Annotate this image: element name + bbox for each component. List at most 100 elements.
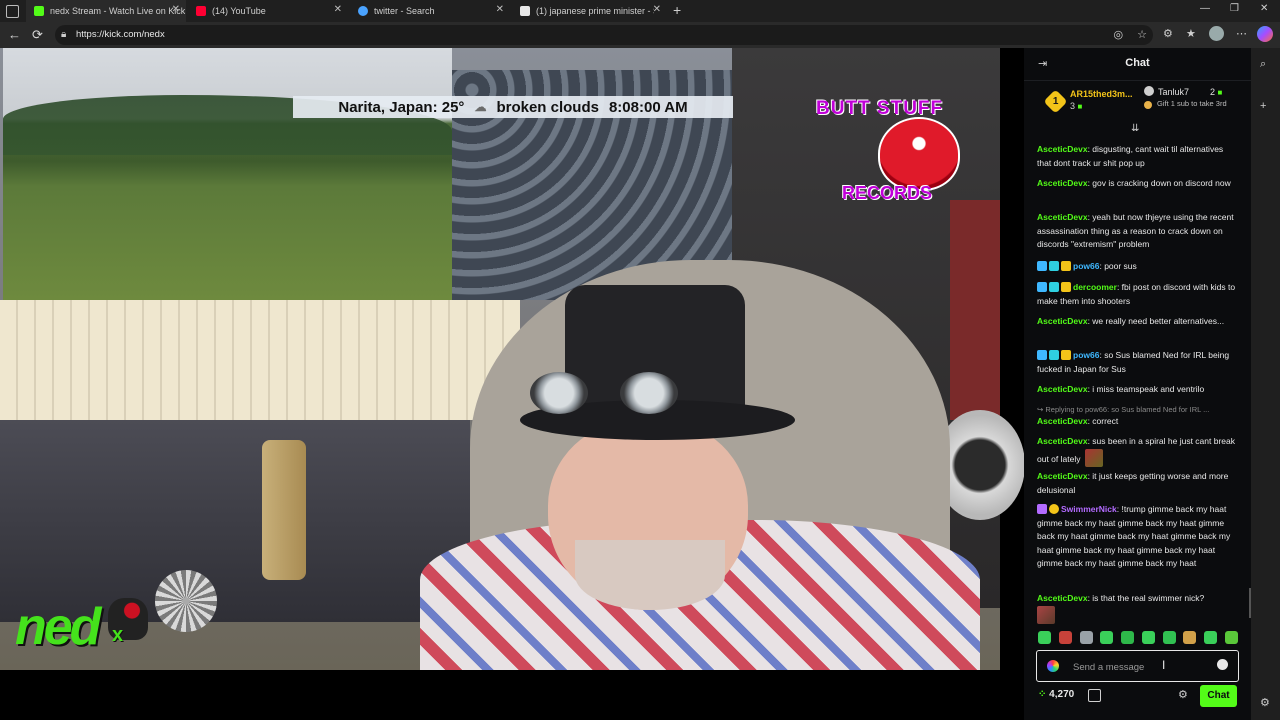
leader-name-2[interactable]: Tanluk7 (1158, 87, 1189, 97)
badge-icon (1037, 504, 1047, 514)
chat-username[interactable]: AsceticDevx (1037, 212, 1088, 222)
emote-icon[interactable] (1162, 631, 1176, 644)
favorite-star-icon[interactable]: ☆ (1137, 28, 1147, 41)
chat-message: pow66: so Sus blamed Ned for IRL being f… (1037, 350, 1230, 374)
chat-footer: ⁘ 4,270 ⚙ Chat (1024, 685, 1251, 709)
tab-kick[interactable]: nedx Stream - Watch Live on Kick ✕ (26, 0, 186, 22)
chat-panel: ⇥ Chat 1 AR15thed3m... 3 ■ Tanluk7 2 ■ G… (1024, 48, 1251, 720)
chat-text: poor sus (1104, 261, 1137, 271)
chat-username[interactable]: pow66 (1073, 350, 1099, 360)
send-chat-button[interactable]: Chat (1200, 685, 1237, 707)
badge-icon (1049, 350, 1059, 360)
gift-icon (1144, 101, 1152, 109)
lock-icon[interactable]: 🔒︎ (61, 29, 66, 40)
goggle-left (530, 372, 588, 414)
chat-username[interactable]: AsceticDevx (1037, 316, 1088, 326)
emote-icon[interactable] (1224, 631, 1238, 644)
emote-icon[interactable] (1038, 631, 1051, 644)
emote-icon[interactable] (1204, 631, 1218, 644)
browser-tab-strip: nedx Stream - Watch Live on Kick ✕ (14) … (0, 0, 1280, 22)
close-tab-icon[interactable]: ✕ (496, 4, 504, 15)
browser-sidebar: ⌕ + ⚙ (1251, 48, 1280, 720)
video-letterbox-bottom (0, 670, 1024, 720)
emote-icon[interactable] (1141, 631, 1155, 644)
chat-settings-gear-icon[interactable]: ⚙ (1178, 688, 1188, 701)
store-icon[interactable] (1088, 689, 1101, 702)
emote-icon[interactable] (1100, 631, 1114, 644)
close-tab-icon[interactable]: ✕ (334, 4, 342, 15)
tab-twitter-search[interactable]: twitter - Search ✕ (350, 0, 510, 22)
favorites-icon[interactable]: ★ (1186, 27, 1196, 40)
rank-badge: 1 (1043, 89, 1068, 114)
couch (0, 420, 470, 622)
refresh-icon[interactable]: ⟳ (32, 27, 43, 43)
chat-header: ⇥ Chat (1024, 48, 1251, 81)
weather-location-temp: Narita, Japan: 25° (338, 98, 465, 116)
chat-identity-icon[interactable] (1047, 660, 1059, 672)
chat-input-box[interactable]: I (1036, 650, 1239, 682)
wood-paneling (0, 300, 520, 420)
chat-username[interactable]: AsceticDevx (1037, 144, 1088, 154)
reply-context[interactable]: ↪ Replying to pow66: so Sus blamed Ned f… (1037, 405, 1242, 414)
chat-username[interactable]: AsceticDevx (1037, 471, 1088, 481)
chat-username[interactable]: SwimmerNick (1061, 504, 1117, 514)
gift-prompt[interactable]: Gift 1 sub to take 3rd (1157, 99, 1232, 108)
address-actions: ◎ ☆ (1114, 28, 1147, 41)
chat-title: Chat (1125, 57, 1150, 69)
close-tab-icon[interactable]: ✕ (172, 4, 180, 15)
sidebar-settings-icon[interactable]: ⚙ (1260, 696, 1270, 709)
extensions-icon[interactable]: ⚙︎ (1163, 27, 1173, 40)
tab-title: nedx Stream - Watch Live on Kick (50, 6, 186, 16)
back-arrow-icon[interactable]: ← (8, 27, 21, 42)
add-icon[interactable]: + (1260, 100, 1266, 112)
tab-x-search[interactable]: (1) japanese prime minister - Search ✕ (512, 0, 667, 22)
chat-message-input[interactable] (1071, 658, 1215, 676)
leader-name[interactable]: AR15thed3m... (1070, 89, 1133, 99)
tab-title: (1) japanese prime minister - Search (536, 6, 654, 16)
badge-icon (1049, 261, 1059, 271)
chat-username[interactable]: AsceticDevx (1037, 416, 1088, 426)
youtube-favicon-icon (196, 6, 206, 16)
chat-message: SwimmerNick: !trump gimme back my haat g… (1037, 504, 1231, 568)
weather-overlay: Narita, Japan: 25° ☁ broken clouds 8:08:… (293, 96, 733, 118)
close-tab-icon[interactable]: ✕ (653, 4, 661, 15)
tab-actions-icon[interactable] (6, 5, 19, 18)
chat-username[interactable]: AsceticDevx (1037, 178, 1088, 188)
kicks-balance[interactable]: ⁘ 4,270 (1038, 689, 1074, 700)
chat-username[interactable]: AsceticDevx (1037, 384, 1088, 394)
chat-username[interactable]: AsceticDevx (1037, 593, 1088, 603)
emote-icon (1037, 606, 1055, 624)
badge-icon (1037, 350, 1047, 360)
address-bar[interactable]: 🔒︎ https://kick.com/nedx ◎ ☆ (55, 25, 1153, 45)
chat-text: correct (1092, 416, 1119, 426)
chat-username[interactable]: dercoomer (1073, 282, 1117, 292)
emote-icon[interactable] (1058, 631, 1072, 644)
chat-username[interactable]: pow66 (1073, 261, 1099, 271)
window-view-field (3, 48, 452, 300)
pinned-messages-icon[interactable]: ⇊ (1131, 123, 1139, 134)
badge-icon (1061, 350, 1071, 360)
search-icon[interactable]: ⌕ (1260, 58, 1266, 71)
profile-avatar[interactable] (1209, 26, 1224, 41)
chat-text: we really need better alternatives... (1092, 316, 1225, 326)
close-window-button[interactable]: ✕ (1260, 3, 1268, 14)
url-text[interactable]: https://kick.com/nedx (76, 29, 165, 40)
emote-icon[interactable] (1079, 631, 1093, 644)
user-icon (1144, 86, 1154, 96)
more-menu-icon[interactable]: ⋯ (1236, 27, 1247, 40)
read-aloud-icon[interactable]: ◎ (1114, 28, 1124, 41)
minimize-button[interactable]: — (1200, 3, 1210, 14)
badge-icon (1061, 282, 1071, 292)
tab-youtube[interactable]: (14) YouTube ✕ (188, 0, 348, 22)
chat-message: AsceticDevx: it just keeps getting worse… (1037, 471, 1229, 495)
emote-icon (1084, 448, 1103, 467)
streamer-beard (575, 540, 725, 610)
copilot-icon[interactable] (1257, 26, 1273, 42)
emote-icon[interactable] (1121, 631, 1135, 644)
badge-icon (1049, 504, 1059, 514)
emoji-picker-icon[interactable] (1217, 659, 1228, 670)
chat-username[interactable]: AsceticDevx (1037, 436, 1088, 446)
maximize-button[interactable]: ❐ (1230, 3, 1239, 14)
emote-icon[interactable] (1183, 631, 1197, 644)
new-tab-button[interactable]: + (673, 2, 681, 18)
